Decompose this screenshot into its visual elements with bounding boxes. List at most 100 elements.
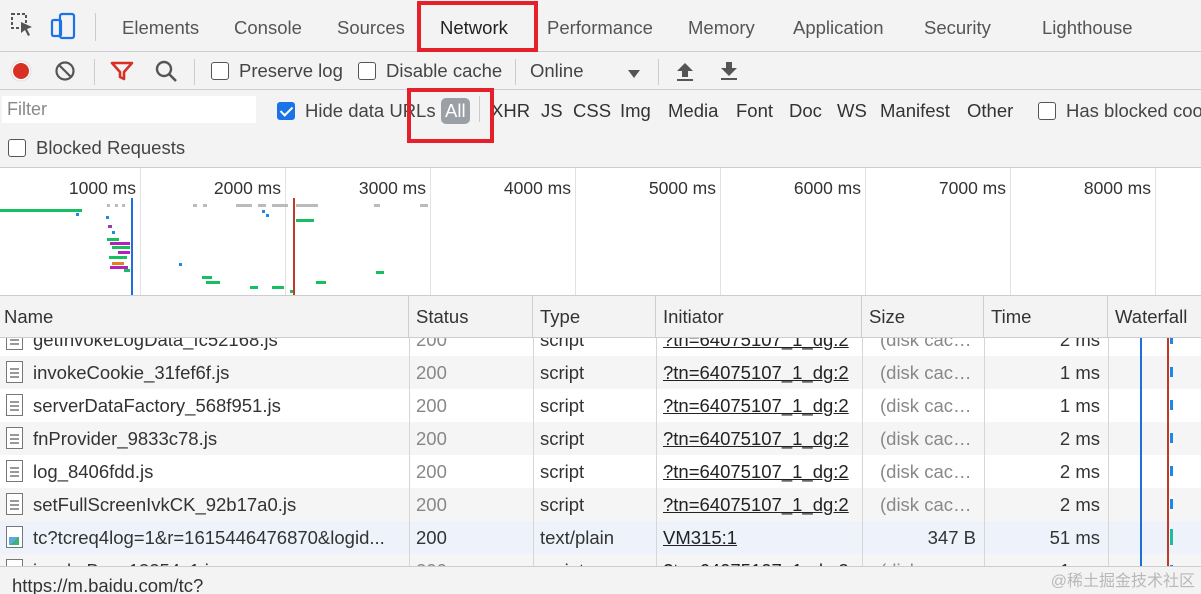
request-type: script [540, 428, 585, 449]
column-size[interactable]: Size [862, 296, 984, 338]
preserve-log-toggle[interactable]: Preserve log [211, 52, 343, 90]
filter-type-ws[interactable]: WS [837, 96, 867, 126]
waterfall-bar [1170, 433, 1173, 443]
column-waterfall[interactable]: Waterfall [1108, 296, 1201, 338]
filter-type-other[interactable]: Other [967, 96, 1013, 126]
request-size: (disk cache) [880, 338, 976, 350]
has-blocked-cookies-checkbox[interactable] [1038, 102, 1056, 120]
blocked-requests-checkbox[interactable] [8, 139, 26, 157]
filter-type-css[interactable]: CSS [573, 96, 611, 126]
device-toolbar-icon[interactable] [50, 12, 78, 45]
request-name[interactable]: invokeBox_13254c1.js [33, 554, 403, 566]
search-button[interactable] [154, 52, 178, 90]
tab-application[interactable]: Application [793, 0, 884, 52]
upload-icon [677, 63, 693, 81]
table-row[interactable]: tc?tcreq4log=1&r=1615446476870&logid... 2… [0, 521, 1201, 554]
tab-memory[interactable]: Memory [688, 0, 755, 52]
request-initiator-link[interactable]: VM315:1 [663, 521, 858, 554]
request-name[interactable]: log_8406fdd.js [33, 455, 403, 488]
status-url: https://m.baidu.com/tc? [12, 575, 204, 594]
tab-performance[interactable]: Performance [547, 0, 653, 52]
request-initiator-link[interactable]: ?tn=64075107_1_dg:2 [663, 422, 858, 455]
tab-elements[interactable]: Elements [122, 0, 199, 52]
table-row[interactable]: invokeCookie_31fef6f.js 200 script ?tn=6407… [0, 356, 1201, 389]
script-file-icon [6, 338, 23, 350]
hide-data-urls-toggle[interactable]: Hide data URLs [277, 92, 436, 130]
request-type: script [540, 362, 585, 383]
table-row[interactable]: getInvokeLogData_fc52168.js 200 script ?tn=… [0, 338, 1201, 356]
tab-console[interactable]: Console [234, 0, 302, 52]
request-initiator-link[interactable]: ?tn=64075107_1_dg:2 [663, 389, 858, 422]
has-blocked-cookies-toggle[interactable]: Has blocked cookies [1038, 92, 1201, 130]
request-time: 2 ms [1059, 461, 1100, 482]
script-file-icon [6, 361, 23, 383]
request-size: (disk cache) [880, 362, 976, 383]
script-file-icon [6, 394, 23, 416]
hide-data-urls-checkbox[interactable] [277, 102, 295, 120]
export-har-button[interactable] [718, 52, 740, 90]
request-name[interactable]: invokeCookie_31fef6f.js [33, 356, 403, 389]
devtools-tabbar: Elements Console Sources Network Perform… [0, 0, 1201, 52]
filter-toggle-button[interactable] [110, 52, 134, 90]
request-initiator-link[interactable]: ?tn=64075107_1_dg:2 [663, 488, 858, 521]
request-initiator-link[interactable]: ?tn=64075107_1_dg:2 [663, 554, 858, 566]
request-time: 1 ms [1059, 362, 1100, 383]
tab-lighthouse[interactable]: Lighthouse [1042, 0, 1133, 52]
search-icon [155, 60, 177, 82]
clear-button[interactable] [54, 52, 76, 90]
filter-input[interactable] [2, 96, 256, 123]
filter-type-manifest[interactable]: Manifest [880, 96, 950, 126]
tab-security[interactable]: Security [924, 0, 991, 52]
request-type: text/plain [540, 527, 615, 548]
filter-type-js[interactable]: JS [541, 96, 563, 126]
column-status[interactable]: Status [409, 296, 533, 338]
tab-sources[interactable]: Sources [337, 0, 405, 52]
overview-tick: 2000 ms [213, 178, 281, 198]
disable-cache-toggle[interactable]: Disable cache [358, 52, 502, 90]
waterfall-bar [1170, 400, 1173, 410]
blocked-requests-toggle[interactable]: Blocked Requests [8, 129, 185, 167]
filter-type-media[interactable]: Media [668, 96, 718, 126]
request-initiator-link[interactable]: ?tn=64075107_1_dg:2 [663, 455, 858, 488]
request-name[interactable]: serverDataFactory_568f951.js [33, 389, 403, 422]
import-har-button[interactable] [674, 52, 696, 90]
filter-type-doc[interactable]: Doc [789, 96, 822, 126]
network-overview-timeline[interactable]: 1000 ms 2000 ms 3000 ms 4000 ms 5000 ms … [0, 168, 1201, 296]
request-status: 200 [416, 494, 447, 515]
filter-type-font[interactable]: Font [736, 96, 773, 126]
column-type[interactable]: Type [533, 296, 656, 338]
request-initiator-link[interactable]: ?tn=64075107_1_dg:2 [663, 356, 858, 389]
throttling-select[interactable]: Online [530, 52, 640, 90]
script-file-icon [6, 493, 23, 515]
column-initiator[interactable]: Initiator [656, 296, 862, 338]
requests-table-header: Name Status Type Initiator Size Time Wat… [0, 296, 1201, 338]
disable-cache-checkbox[interactable] [358, 62, 376, 80]
overview-tick: 3000 ms [358, 178, 426, 198]
inspect-element-icon[interactable] [10, 12, 36, 43]
filter-type-xhr[interactable]: XHR [491, 96, 530, 126]
table-row[interactable]: fnProvider_9833c78.js 200 script ?tn=640751… [0, 422, 1201, 455]
filter-type-all[interactable]: All [441, 98, 470, 124]
request-type: script [540, 338, 585, 350]
request-name[interactable]: getInvokeLogData_fc52168.js [33, 338, 403, 356]
request-name[interactable]: tc?tcreq4log=1&r=1615446476870&logid... [33, 521, 403, 554]
waterfall-bar [1170, 499, 1173, 509]
filter-type-img[interactable]: Img [620, 96, 651, 126]
table-row[interactable]: setFullScreenIvkCK_92b17a0.js 200 script ?t… [0, 488, 1201, 521]
request-initiator-link[interactable]: ?tn=64075107_1_dg:2 [663, 338, 858, 356]
column-name[interactable]: Name [0, 296, 409, 338]
request-name[interactable]: fnProvider_9833c78.js [33, 422, 403, 455]
disable-cache-label: Disable cache [386, 60, 503, 81]
column-time[interactable]: Time [984, 296, 1108, 338]
table-row[interactable]: serverDataFactory_568f951.js 200 script ?tn… [0, 389, 1201, 422]
blocked-requests-label: Blocked Requests [36, 137, 186, 158]
overview-tick: 5000 ms [648, 178, 716, 198]
request-type: script [540, 395, 585, 416]
record-button[interactable] [10, 52, 32, 90]
tab-network[interactable]: Network [430, 0, 518, 52]
overview-tick: 1000 ms [68, 178, 136, 198]
table-row[interactable]: invokeBox_13254c1.js 200 script ?tn=6407510… [0, 554, 1201, 566]
request-name[interactable]: setFullScreenIvkCK_92b17a0.js [33, 488, 403, 521]
preserve-log-checkbox[interactable] [211, 62, 229, 80]
table-row[interactable]: log_8406fdd.js 200 script ?tn=64075107_1_dg… [0, 455, 1201, 488]
